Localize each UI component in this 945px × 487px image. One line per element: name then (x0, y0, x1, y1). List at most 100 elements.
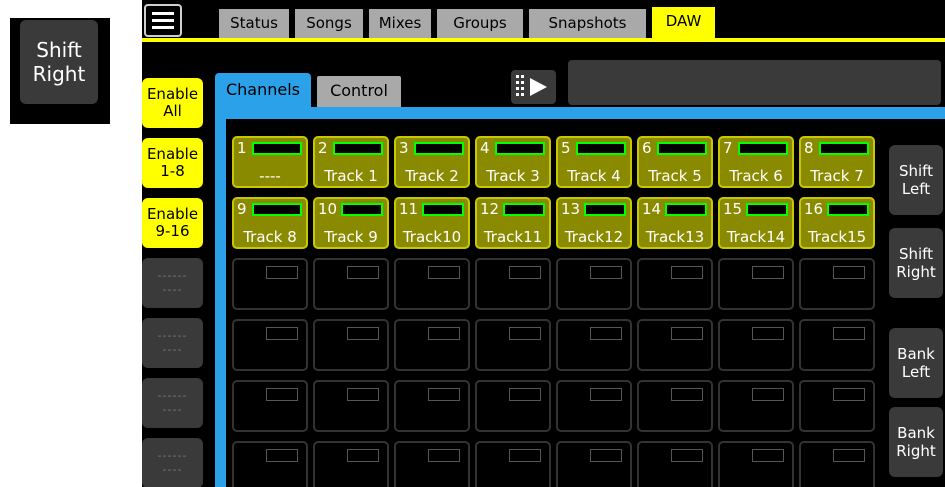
channel-cell[interactable]: 10 Track 9 (313, 197, 389, 249)
empty-channel-cell[interactable] (799, 441, 875, 487)
empty-channel-cell[interactable] (475, 258, 551, 310)
empty-channel-cell[interactable] (556, 441, 632, 487)
empty-channel-cell[interactable] (313, 258, 389, 310)
empty-channel-cell[interactable] (394, 319, 470, 371)
empty-channel-cell[interactable] (556, 319, 632, 371)
empty-channel-cell[interactable] (232, 258, 308, 310)
empty-channel-cell[interactable] (556, 258, 632, 310)
empty-channel-cell[interactable] (718, 319, 794, 371)
channel-cell[interactable]: 11 Track10 (394, 197, 470, 249)
enable-9-16-line2: 9-16 (155, 222, 190, 240)
level-meter (590, 327, 622, 340)
level-meter (576, 142, 626, 155)
level-meter (833, 327, 865, 340)
level-meter (428, 327, 460, 340)
empty-channel-cell[interactable] (232, 319, 308, 371)
level-meter (665, 203, 707, 216)
channel-cell[interactable]: 13 Track12 (556, 197, 632, 249)
enable-1-8-line1: Enable (146, 145, 199, 163)
unassigned-button[interactable]: ------ ---- (142, 438, 203, 487)
empty-channel-cell[interactable] (718, 441, 794, 487)
empty-channel-cell[interactable] (799, 258, 875, 310)
channel-name: ---- (259, 167, 281, 185)
tab-daw[interactable]: DAW (652, 7, 715, 39)
unassigned-button[interactable]: ------ ---- (142, 378, 203, 428)
channel-number: 7 (723, 139, 733, 157)
level-meter (752, 327, 784, 340)
unassigned-button[interactable]: ------ ---- (142, 318, 203, 368)
level-meter (752, 449, 784, 462)
level-meter (752, 388, 784, 401)
channel-number: 15 (723, 200, 743, 218)
channel-number: 13 (561, 200, 581, 218)
channel-name: Track 4 (567, 167, 621, 185)
level-meter (509, 388, 541, 401)
tab-mixes[interactable]: Mixes (369, 9, 431, 38)
channel-number: 16 (804, 200, 824, 218)
channel-cell[interactable]: 7 Track 6 (718, 136, 794, 188)
level-meter (509, 266, 541, 279)
bank-right-button[interactable]: Bank Right (889, 407, 943, 477)
channel-cell[interactable]: 12 Track11 (475, 197, 551, 249)
tab-snapshots[interactable]: Snapshots (529, 9, 646, 38)
empty-channel-cell[interactable] (232, 441, 308, 487)
empty-channel-cell[interactable] (637, 441, 713, 487)
enable-all-line1: Enable (146, 85, 199, 103)
enable-1-8-button[interactable]: Enable 1-8 (142, 138, 203, 188)
subtab-channels[interactable]: Channels (215, 73, 311, 110)
bank-right-line2: Right (896, 442, 936, 460)
channel-cell[interactable]: 15 Track14 (718, 197, 794, 249)
empty-channel-cell[interactable] (475, 380, 551, 432)
shift-left-line1: Shift (898, 162, 934, 180)
channel-cell[interactable]: 5 Track 4 (556, 136, 632, 188)
unassigned-line2: ---- (162, 343, 183, 356)
channel-cell[interactable]: 3 Track 2 (394, 136, 470, 188)
empty-channel-cell[interactable] (313, 380, 389, 432)
unassigned-line2: ---- (162, 403, 183, 416)
channel-cell[interactable]: 9 Track 8 (232, 197, 308, 249)
enable-9-16-button[interactable]: Enable 9-16 (142, 198, 203, 248)
empty-channel-cell[interactable] (475, 441, 551, 487)
empty-channel-cell[interactable] (799, 380, 875, 432)
empty-channel-cell[interactable] (394, 380, 470, 432)
channel-cell[interactable]: 8 Track 7 (799, 136, 875, 188)
tab-status[interactable]: Status (219, 9, 289, 38)
channel-cell[interactable]: 14 Track13 (637, 197, 713, 249)
empty-channel-cell[interactable] (313, 441, 389, 487)
play-button[interactable] (511, 70, 556, 104)
panel-border-top (215, 107, 945, 119)
empty-channel-cell[interactable] (718, 380, 794, 432)
empty-channel-cell[interactable] (394, 441, 470, 487)
channel-cell[interactable]: 2 Track 1 (313, 136, 389, 188)
shift-left-button[interactable]: Shift Left (889, 145, 943, 215)
tab-groups[interactable]: Groups (437, 9, 523, 38)
unassigned-button[interactable]: ------ ---- (142, 258, 203, 308)
enable-all-button[interactable]: Enable All (142, 78, 203, 128)
level-meter (347, 449, 379, 462)
level-meter (495, 142, 545, 155)
channel-cell[interactable]: 4 Track 3 (475, 136, 551, 188)
empty-channel-cell[interactable] (556, 380, 632, 432)
empty-channel-cell[interactable] (637, 380, 713, 432)
zoomed-shift-right-button: Shift Right (20, 20, 98, 104)
empty-channel-cell[interactable] (394, 258, 470, 310)
empty-channel-cell[interactable] (637, 258, 713, 310)
bank-left-button[interactable]: Bank Left (889, 328, 943, 398)
subtab-control[interactable]: Control (317, 76, 401, 110)
channel-name: Track 8 (243, 228, 297, 246)
channel-name: Track 5 (648, 167, 702, 185)
empty-channel-cell[interactable] (637, 319, 713, 371)
channel-cell[interactable]: 16 Track15 (799, 197, 875, 249)
channel-cell[interactable]: 6 Track 5 (637, 136, 713, 188)
empty-channel-cell[interactable] (232, 380, 308, 432)
empty-channel-cell[interactable] (475, 319, 551, 371)
empty-channel-cell[interactable] (799, 319, 875, 371)
shift-right-button[interactable]: Shift Right (889, 228, 943, 298)
menu-button[interactable] (144, 4, 182, 37)
channel-cell[interactable]: 1 ---- (232, 136, 308, 188)
tab-songs[interactable]: Songs (295, 9, 363, 38)
channel-name: Track14 (726, 228, 786, 246)
empty-channel-cell[interactable] (718, 258, 794, 310)
play-icon (516, 75, 547, 96)
empty-channel-cell[interactable] (313, 319, 389, 371)
